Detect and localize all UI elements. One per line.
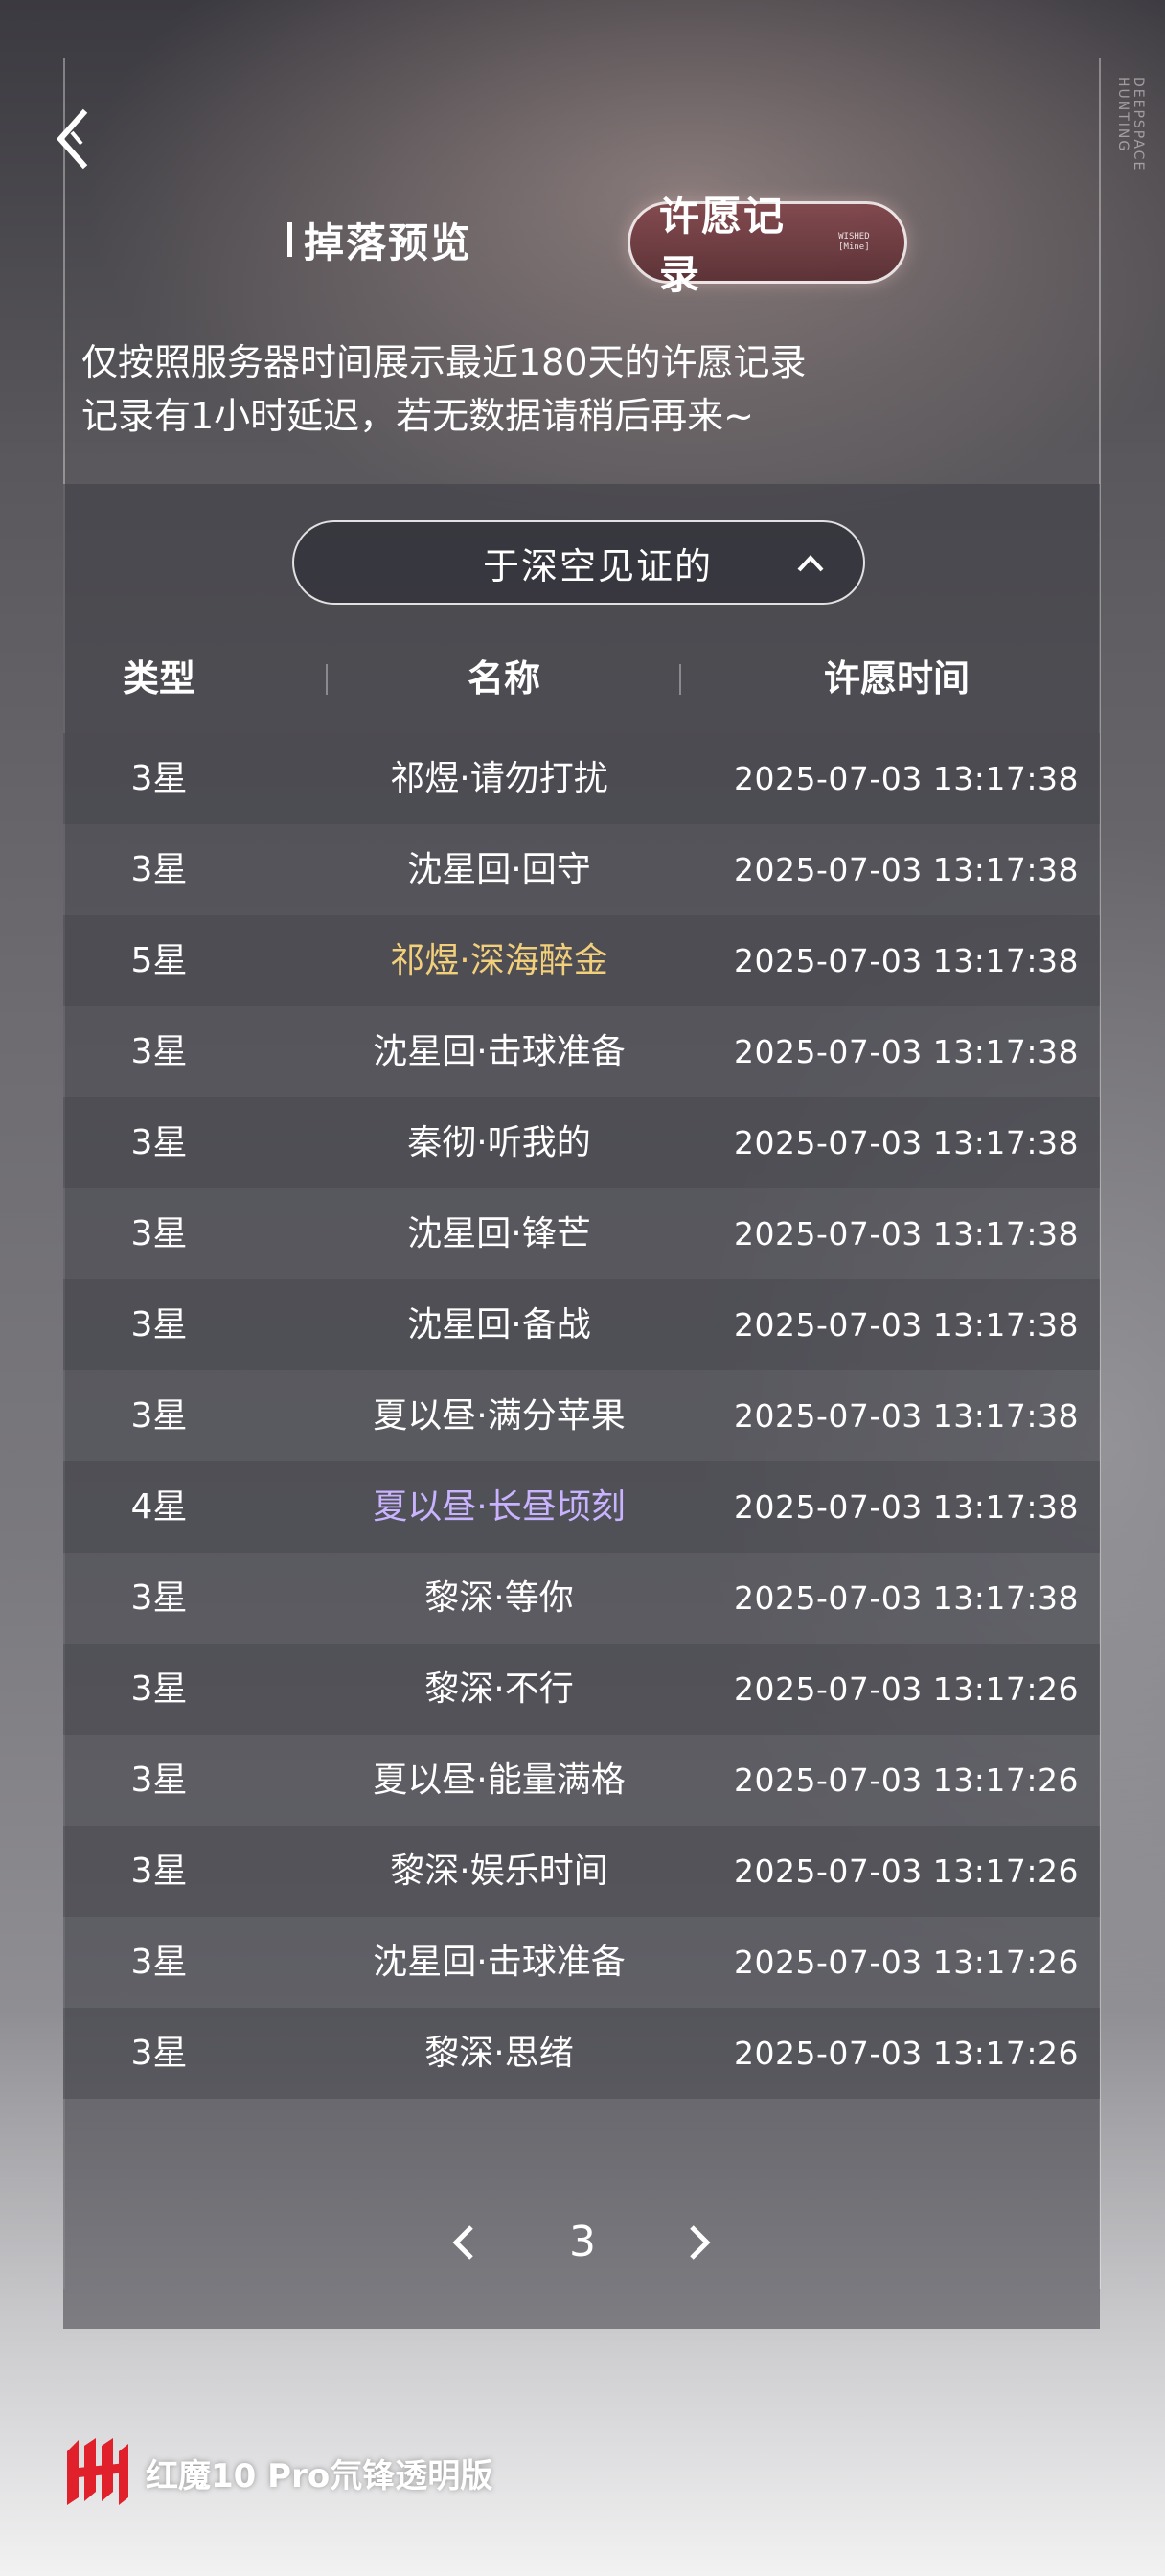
tab-wish-record[interactable]: 许愿记录 WISHED [Mine]: [628, 193, 907, 298]
tab-drop-preview-label: 掉落预览: [304, 218, 473, 266]
back-button[interactable]: [53, 105, 101, 172]
records-table: 3星 祁煜·请勿打扰 2025-07-03 13:17:38 3星 沈星回·回守…: [63, 733, 1100, 2099]
header-divider: [326, 664, 328, 695]
row-name: 沈星回·锋芒: [407, 1214, 591, 1254]
chevron-right-icon: [690, 2225, 711, 2260]
table-row: 3星 夏以昼·满分苹果 2025-07-03 13:17:38: [63, 1370, 1100, 1461]
tab-bar: 掉落预览 许愿记录 WISHED [Mine]: [0, 193, 1165, 298]
notice-line-2: 记录有1小时延迟，若无数据请稍后再来~: [81, 395, 755, 437]
table-row: 3星 沈星回·击球准备 2025-07-03 13:17:26: [63, 1917, 1100, 2008]
watermark-text: DEEPSPACE HUNTING: [1115, 77, 1146, 172]
row-time: 2025-07-03 13:17:26: [734, 1944, 1079, 1981]
row-name: 黎深·娱乐时间: [390, 1852, 608, 1891]
table-row: 3星 祁煜·请勿打扰 2025-07-03 13:17:38: [63, 733, 1100, 824]
table-row: 3星 夏以昼·能量满格 2025-07-03 13:17:26: [63, 1735, 1100, 1826]
row-name: 沈星回·击球准备: [373, 1943, 626, 1982]
row-type: 3星: [130, 850, 188, 889]
row-time: 2025-07-03 13:17:26: [734, 1761, 1079, 1799]
row-type: 3星: [130, 1760, 188, 1800]
tab-indicator: [287, 222, 292, 257]
redmagic-logo: [67, 2438, 128, 2505]
table-row: 3星 黎深·等你 2025-07-03 13:17:38: [63, 1552, 1100, 1644]
table-row: 3星 沈星回·回守 2025-07-03 13:17:38: [63, 824, 1100, 915]
row-name: 夏以昼·长昼顷刻: [373, 1487, 626, 1527]
notice: 仅按照服务器时间展示最近180天的许愿记录 记录有1小时延迟，若无数据请稍后再来…: [81, 335, 1116, 443]
tab-wish-badge: WISHED [Mine]: [834, 232, 904, 253]
header-name: 名称: [467, 657, 540, 700]
table-row: 3星 沈星回·击球准备 2025-07-03 13:17:38: [63, 1006, 1100, 1097]
row-time: 2025-07-03 13:17:26: [734, 1852, 1079, 1890]
table-row: 3星 黎深·娱乐时间 2025-07-03 13:17:26: [63, 1826, 1100, 1917]
chevron-up-icon: [797, 555, 824, 572]
row-time: 2025-07-03 13:17:38: [734, 1579, 1079, 1617]
prev-page-button[interactable]: [439, 2216, 492, 2269]
header-divider: [679, 664, 681, 695]
row-type: 3星: [130, 1123, 188, 1162]
row-type: 3星: [130, 1305, 188, 1345]
row-type: 3星: [130, 1214, 188, 1254]
row-type: 3星: [130, 1669, 188, 1709]
row-time: 2025-07-03 13:17:38: [734, 1397, 1079, 1435]
current-page-number: 3: [569, 2218, 596, 2266]
table-row: 5星 祁煜·深海醉金 2025-07-03 13:17:38: [63, 915, 1100, 1006]
pagination: 3: [0, 2204, 1165, 2281]
row-time: 2025-07-03 13:17:26: [734, 1670, 1079, 1708]
row-type: 3星: [130, 1943, 188, 1982]
table-row: 3星 沈星回·备战 2025-07-03 13:17:38: [63, 1279, 1100, 1370]
table-row: 4星 夏以昼·长昼顷刻 2025-07-03 13:17:38: [63, 1461, 1100, 1552]
row-name: 秦彻·听我的: [407, 1123, 591, 1162]
device-model-text: 红魔10 Pro氘锋透明版: [146, 2456, 493, 2496]
chevron-left-icon: [452, 2225, 473, 2260]
tab-wish-record-label: 许愿记录: [659, 193, 787, 298]
row-name: 黎深·等你: [424, 1578, 574, 1618]
notice-line-1: 仅按照服务器时间展示最近180天的许愿记录: [81, 341, 807, 383]
tab-drop-preview[interactable]: 掉落预览: [287, 216, 472, 266]
pool-filter-label: 于深空见证的: [482, 544, 713, 587]
row-type: 3星: [130, 1578, 188, 1618]
row-time: 2025-07-03 13:17:38: [734, 1488, 1079, 1526]
table-row: 3星 沈星回·锋芒 2025-07-03 13:17:38: [63, 1188, 1100, 1279]
table-row: 3星 秦彻·听我的 2025-07-03 13:17:38: [63, 1097, 1100, 1188]
row-name: 沈星回·回守: [407, 850, 591, 889]
row-type: 3星: [130, 2034, 188, 2073]
row-time: 2025-07-03 13:17:38: [734, 942, 1079, 979]
header-time: 许愿时间: [823, 657, 970, 700]
row-time: 2025-07-03 13:17:38: [734, 851, 1079, 888]
row-time: 2025-07-03 13:17:38: [734, 1124, 1079, 1162]
row-type: 5星: [130, 941, 188, 980]
row-name: 黎深·不行: [424, 1669, 574, 1709]
row-type: 3星: [130, 1032, 188, 1071]
row-name: 祁煜·深海醉金: [390, 941, 608, 980]
row-time: 2025-07-03 13:17:38: [734, 760, 1079, 797]
row-time: 2025-07-03 13:17:38: [734, 1033, 1079, 1070]
row-name: 黎深·思绪: [424, 2034, 574, 2073]
pool-filter-dropdown[interactable]: 于深空见证的: [292, 520, 865, 605]
next-page-button[interactable]: [671, 2216, 724, 2269]
row-type: 3星: [130, 1396, 188, 1436]
row-time: 2025-07-03 13:17:26: [734, 2035, 1079, 2072]
row-name: 祁煜·请勿打扰: [390, 759, 608, 798]
row-name: 夏以昼·满分苹果: [373, 1396, 626, 1436]
chevron-left-icon: [56, 108, 88, 170]
table-header: 类型 名称 许愿时间: [63, 647, 1100, 710]
header-type: 类型: [122, 657, 195, 700]
row-time: 2025-07-03 13:17:38: [734, 1306, 1079, 1344]
device-watermark: 红魔10 Pro氘锋透明版: [59, 2434, 492, 2511]
row-time: 2025-07-03 13:17:38: [734, 1215, 1079, 1253]
row-name: 沈星回·击球准备: [373, 1032, 626, 1071]
row-type: 4星: [130, 1487, 188, 1527]
row-type: 3星: [130, 1852, 188, 1891]
table-row: 3星 黎深·思绪 2025-07-03 13:17:26: [63, 2008, 1100, 2099]
row-name: 沈星回·备战: [407, 1305, 591, 1345]
row-type: 3星: [130, 759, 188, 798]
table-row: 3星 黎深·不行 2025-07-03 13:17:26: [63, 1644, 1100, 1735]
row-name: 夏以昼·能量满格: [373, 1760, 626, 1800]
